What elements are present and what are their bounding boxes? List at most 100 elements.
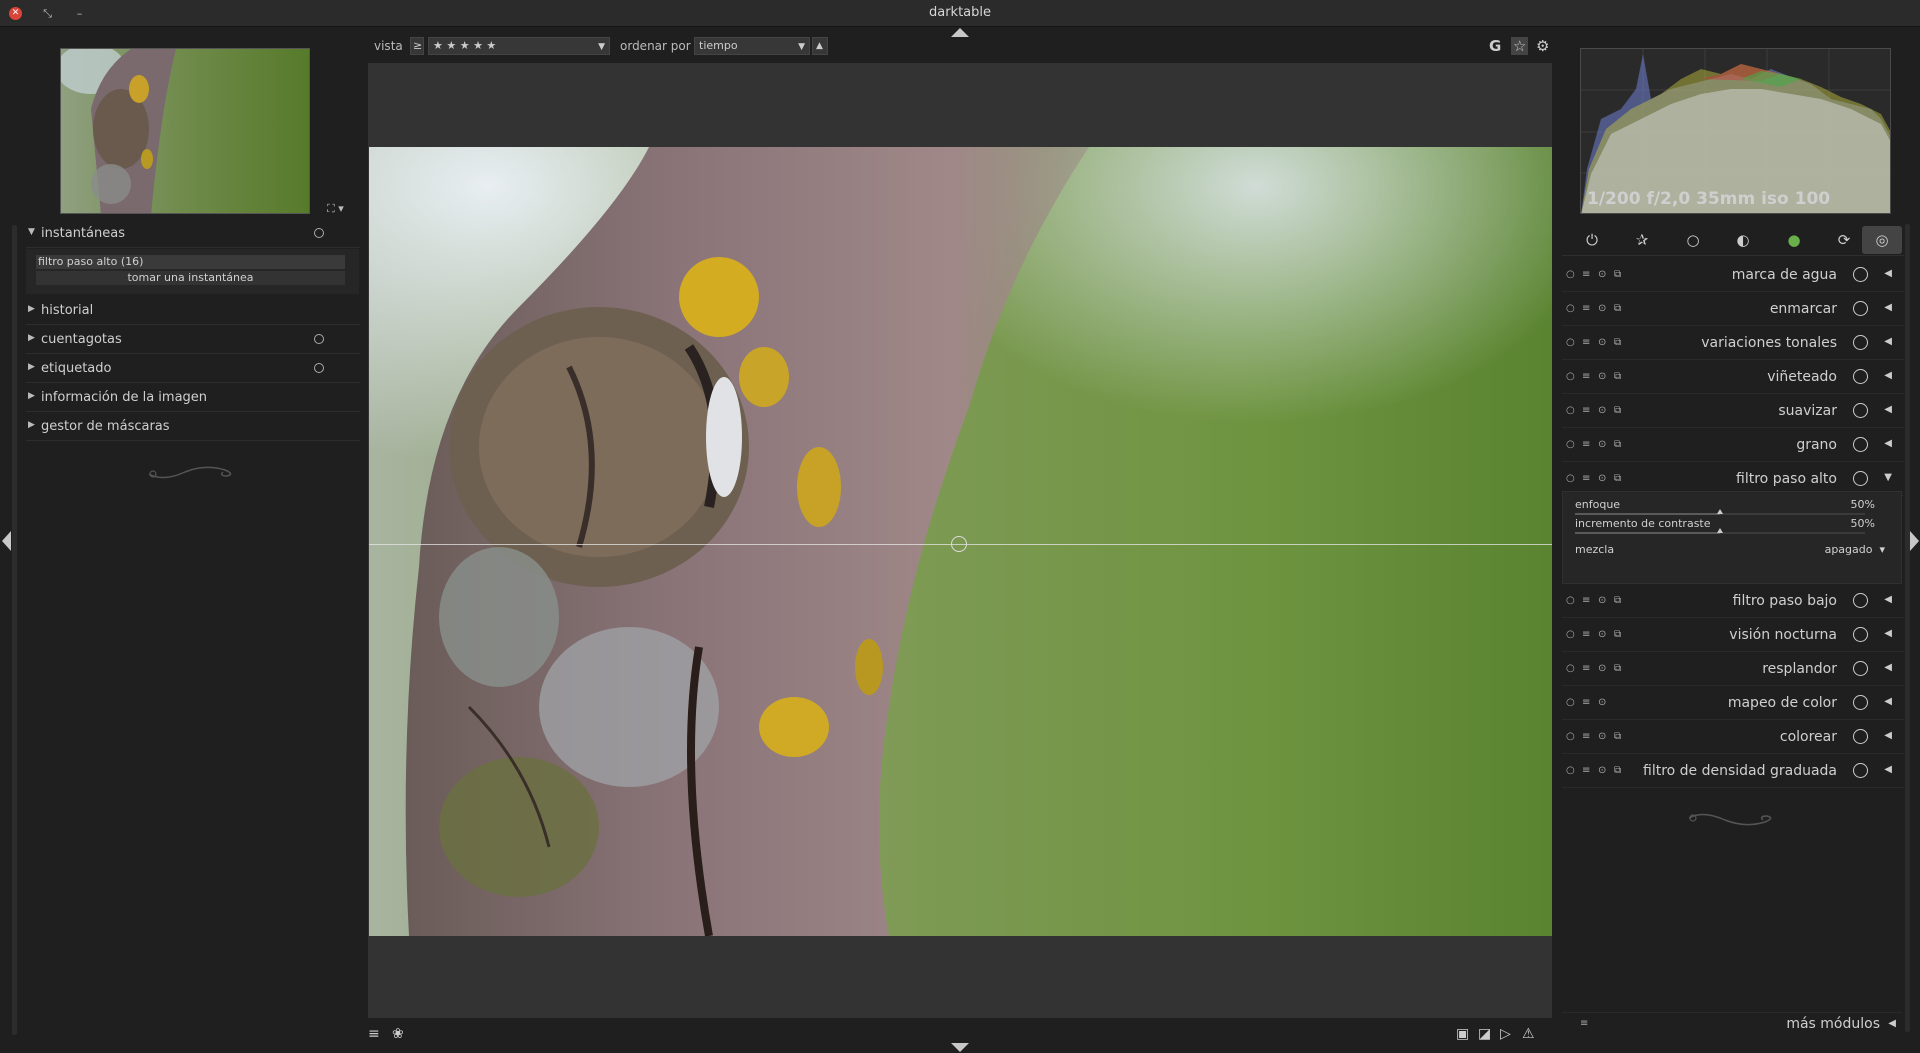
module-presets-icon[interactable]: ≡ xyxy=(1582,337,1590,348)
module-instance-icon[interactable]: ⧉ xyxy=(1614,269,1621,280)
module-instance-icon[interactable]: ⧉ xyxy=(1614,663,1621,674)
module-lowpass[interactable]: ○ ≡ ⊙ ⧉ filtro paso bajo ◀ xyxy=(1562,584,1904,618)
histogram[interactable]: 1/200 f/2,0 35mm iso 100 xyxy=(1580,48,1891,214)
slider-knob-icon[interactable] xyxy=(1717,528,1723,533)
expanded-arrow-icon[interactable]: ▼ xyxy=(1884,472,1892,483)
module-presets-icon[interactable]: ≡ xyxy=(1582,371,1590,382)
reset-icon[interactable] xyxy=(314,334,324,344)
collapsed-arrow-icon[interactable]: ◀ xyxy=(1884,370,1892,381)
right-scrollbar[interactable] xyxy=(1905,224,1910,1032)
collapsed-arrow-icon[interactable]: ◀ xyxy=(1884,696,1892,707)
menu-icon[interactable]: ≡ xyxy=(368,1026,380,1042)
module-instance-icon[interactable]: ⧉ xyxy=(1614,765,1621,776)
module-power-icon[interactable]: ○ xyxy=(1566,303,1575,314)
module-instance-icon[interactable]: ⧉ xyxy=(1614,439,1621,450)
left-scrollbar[interactable] xyxy=(12,225,17,1035)
module-reset-icon[interactable]: ⊙ xyxy=(1598,697,1606,708)
module-reset-icon[interactable]: ⊙ xyxy=(1598,405,1606,416)
module-presets-icon[interactable]: ≡ xyxy=(1582,697,1590,708)
collapsed-arrow-icon[interactable]: ◀ xyxy=(1884,336,1892,347)
sort-direction-button[interactable]: ▲ xyxy=(812,37,828,55)
module-reset-icon[interactable]: ⊙ xyxy=(1598,765,1606,776)
module-reset-icon[interactable]: ⊙ xyxy=(1598,439,1606,450)
star-overlay-icon[interactable]: ☆ xyxy=(1511,37,1529,55)
slider-knob-icon[interactable] xyxy=(1717,509,1723,514)
collapsed-arrow-icon[interactable]: ◀ xyxy=(1884,628,1892,639)
module-colorize[interactable]: ○ ≡ ⊙ ⧉ colorear ◀ xyxy=(1562,720,1904,754)
module-presets-icon[interactable]: ≡ xyxy=(1582,439,1590,450)
module-power-icon[interactable]: ○ xyxy=(1566,405,1575,416)
module-power-icon[interactable]: ○ xyxy=(1566,337,1575,348)
module-reset-icon[interactable]: ⊙ xyxy=(1598,269,1606,280)
module-instance-icon[interactable]: ⧉ xyxy=(1614,405,1621,416)
module-presets-icon[interactable]: ≡ xyxy=(1582,405,1590,416)
module-presets-icon[interactable]: ≡ xyxy=(1582,269,1590,280)
reset-icon[interactable] xyxy=(314,228,324,238)
module-reset-icon[interactable]: ⊙ xyxy=(1598,629,1606,640)
fit-zoom-icon[interactable]: ⛶ ▾ xyxy=(327,202,344,216)
gamut-check-icon[interactable]: ▷ xyxy=(1500,1026,1511,1042)
module-instance-icon[interactable]: ⧉ xyxy=(1614,731,1621,742)
module-reset-icon[interactable]: ⊙ xyxy=(1598,371,1606,382)
module-instance-icon[interactable]: ⧉ xyxy=(1614,337,1621,348)
module-power-icon[interactable]: ○ xyxy=(1566,629,1575,640)
module-instance-icon[interactable]: ⧉ xyxy=(1614,371,1621,382)
module-vignette[interactable]: ○ ≡ ⊙ ⧉ viñeteado ◀ xyxy=(1562,360,1904,394)
navigator-thumbnail[interactable] xyxy=(60,48,310,214)
grouping-icon[interactable]: G xyxy=(1489,37,1501,55)
collapsed-arrow-icon[interactable]: ◀ xyxy=(1884,404,1892,415)
module-power-icon[interactable]: ○ xyxy=(1566,765,1575,776)
sharpness-slider[interactable]: enfoque 50% xyxy=(1575,498,1875,516)
module-lowlight[interactable]: ○ ≡ ⊙ ⧉ visión nocturna ◀ xyxy=(1562,618,1904,652)
module-reset-icon[interactable]: ⊙ xyxy=(1598,663,1606,674)
module-reset-icon[interactable]: ⊙ xyxy=(1598,473,1606,484)
collapsed-arrow-icon[interactable]: ◀ xyxy=(1884,302,1892,313)
warning-icon[interactable]: ⚠ xyxy=(1522,1026,1535,1042)
module-power-icon[interactable]: ○ xyxy=(1566,595,1575,606)
section-informacion[interactable]: ▶ información de la imagen xyxy=(26,384,360,412)
module-presets-icon[interactable]: ≡ xyxy=(1582,303,1590,314)
blend-mode-combobox[interactable]: mezcla apagado ▾ xyxy=(1575,543,1885,559)
section-etiquetado[interactable]: ▶ etiquetado xyxy=(26,355,360,383)
module-grain[interactable]: ○ ≡ ⊙ ⧉ grano ◀ xyxy=(1562,428,1904,462)
collapsed-arrow-icon[interactable]: ◀ xyxy=(1884,438,1892,449)
module-instance-icon[interactable]: ⧉ xyxy=(1614,629,1621,640)
collapse-right-arrow-icon[interactable] xyxy=(1910,531,1919,551)
section-mascaras[interactable]: ▶ gestor de máscaras xyxy=(26,413,360,441)
module-reset-icon[interactable]: ⊙ xyxy=(1598,731,1606,742)
section-historial[interactable]: ▶ historial xyxy=(26,297,360,325)
module-colormapping[interactable]: ○ ≡ ⊙ mapeo de color ◀ xyxy=(1562,686,1904,720)
contrast-boost-slider[interactable]: incremento de contraste 50% xyxy=(1575,517,1875,535)
module-soften[interactable]: ○ ≡ ⊙ ⧉ suavizar ◀ xyxy=(1562,394,1904,428)
section-instantaneas[interactable]: ▼ instantáneas xyxy=(26,220,360,248)
group-tone-icon[interactable]: ◐ xyxy=(1723,226,1763,254)
group-basic-icon[interactable]: ○ xyxy=(1673,226,1713,254)
module-presets-icon[interactable]: ≡ xyxy=(1582,629,1590,640)
module-instance-icon[interactable]: ⧉ xyxy=(1614,595,1621,606)
module-graduated-density[interactable]: ○ ≡ ⊙ ⧉ filtro de densidad graduada ◀ xyxy=(1562,754,1904,788)
module-split-toning[interactable]: ○ ≡ ⊙ ⧉ variaciones tonales ◀ xyxy=(1562,326,1904,360)
module-power-icon[interactable]: ○ xyxy=(1566,439,1575,450)
module-reset-icon[interactable]: ⊙ xyxy=(1598,595,1606,606)
color-assessment-icon[interactable]: ▣ xyxy=(1456,1026,1469,1042)
module-power-icon[interactable]: ○ xyxy=(1566,663,1575,674)
section-cuentagotas[interactable]: ▶ cuentagotas xyxy=(26,326,360,354)
collapsed-arrow-icon[interactable]: ◀ xyxy=(1884,764,1892,775)
module-instance-icon[interactable]: ⧉ xyxy=(1614,473,1621,484)
module-presets-icon[interactable]: ≡ xyxy=(1582,595,1590,606)
module-presets-icon[interactable]: ≡ xyxy=(1582,731,1590,742)
module-power-icon[interactable]: ○ xyxy=(1566,697,1575,708)
module-power-icon[interactable]: ○ xyxy=(1566,473,1575,484)
collapsed-arrow-icon[interactable]: ◀ xyxy=(1884,268,1892,279)
group-color-icon[interactable]: ● xyxy=(1774,226,1814,254)
module-presets-icon[interactable]: ≡ xyxy=(1582,473,1590,484)
collapsed-arrow-icon[interactable]: ◀ xyxy=(1884,594,1892,605)
module-watermark[interactable]: ○ ≡ ⊙ ⧉ marca de agua ◀ xyxy=(1562,258,1904,292)
module-power-icon[interactable]: ○ xyxy=(1566,269,1575,280)
group-correct-icon[interactable]: ⟳ xyxy=(1824,226,1864,254)
module-power-icon[interactable]: ○ xyxy=(1566,371,1575,382)
group-favorites-icon[interactable]: ✰ xyxy=(1622,226,1662,254)
collapsed-arrow-icon[interactable]: ◀ xyxy=(1884,730,1892,741)
group-active-icon[interactable]: ⏻ xyxy=(1572,226,1612,254)
module-power-icon[interactable]: ○ xyxy=(1566,731,1575,742)
